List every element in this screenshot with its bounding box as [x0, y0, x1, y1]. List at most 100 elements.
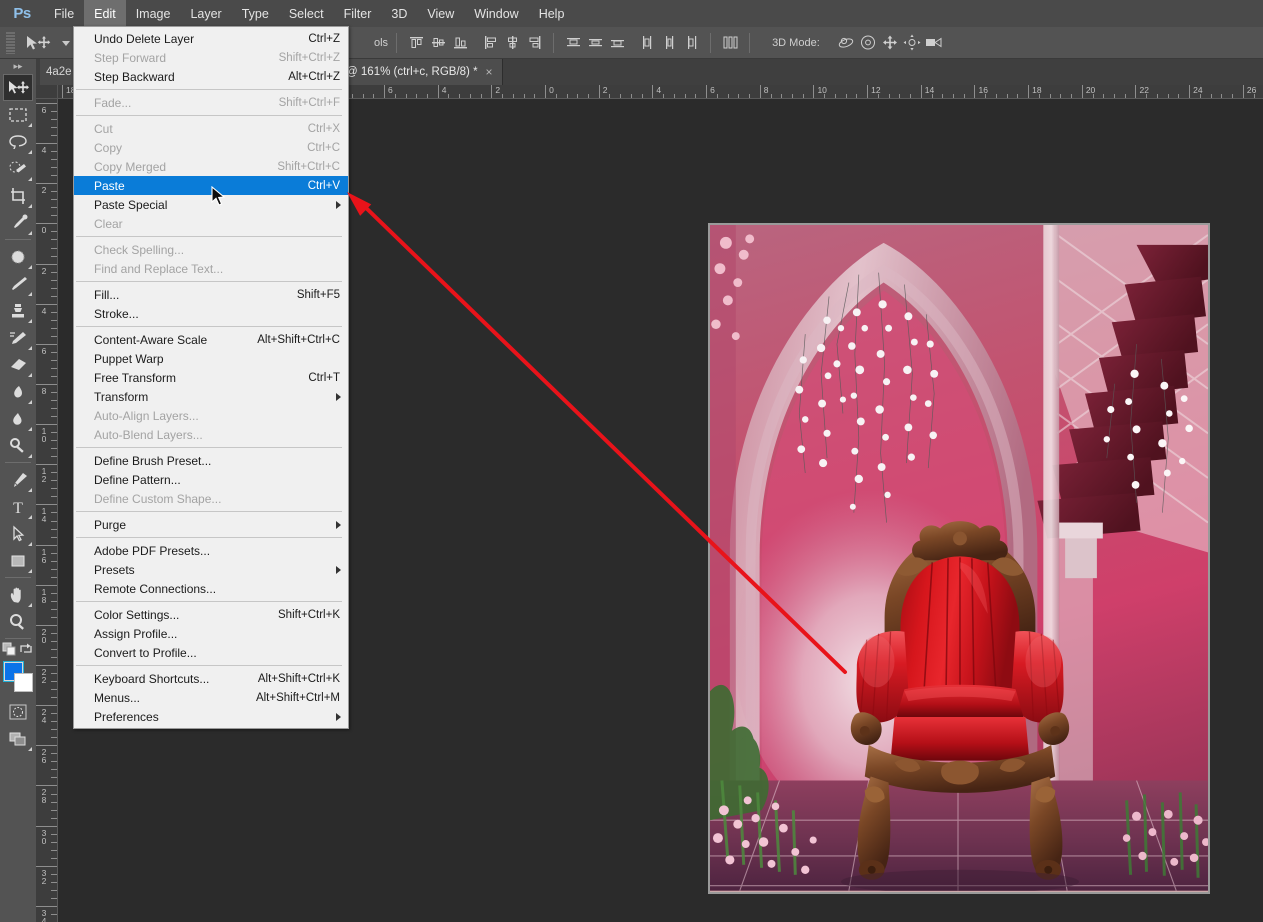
align-left-edges-icon[interactable] — [479, 32, 501, 54]
rectangle-tool[interactable] — [3, 547, 33, 574]
tab-left-tag[interactable]: 4a2e — [40, 59, 78, 85]
ruler-minor-tick — [1017, 94, 1019, 98]
vertical-ruler[interactable]: 6420246810121416182022242628303234 — [36, 99, 58, 922]
edit-menu-dropdown[interactable]: Undo Delete Layer Ctrl+Z Step Forward Shift… — [73, 26, 349, 729]
menu-layer[interactable]: Layer — [180, 0, 231, 27]
move-tool-indicator-icon[interactable] — [23, 33, 53, 53]
dodge-tool[interactable] — [3, 432, 33, 459]
ruler-minor-tick — [641, 94, 643, 98]
menu-item-keyboard-shortcuts[interactable]: Keyboard Shortcuts... Alt+Shift+Ctrl+K — [74, 669, 348, 688]
lasso-tool[interactable] — [3, 128, 33, 155]
3d-slide-icon[interactable] — [902, 32, 924, 54]
distribute-vertical-centers-icon[interactable] — [584, 32, 606, 54]
distribute-right-edges-icon[interactable] — [680, 32, 702, 54]
eyedropper-tool[interactable] — [3, 209, 33, 236]
ruler-label: 20 — [1085, 85, 1096, 95]
distribute-left-edges-icon[interactable] — [636, 32, 658, 54]
document-window[interactable] — [708, 223, 1210, 894]
background-color-swatch[interactable] — [14, 673, 33, 692]
horizontal-type-tool[interactable]: T — [3, 493, 33, 520]
menu-item-content-aware-scale[interactable]: Content-Aware Scale Alt+Shift+Ctrl+C — [74, 330, 348, 349]
tab-close-icon[interactable]: × — [486, 65, 493, 79]
tools-panel-grip[interactable]: ▸▸ — [8, 61, 28, 71]
clone-stamp-tool[interactable] — [3, 297, 33, 324]
menu-item-purge[interactable]: Purge — [74, 515, 348, 534]
history-brush-tool[interactable] — [3, 324, 33, 351]
distribute-bottom-edges-icon[interactable] — [606, 32, 628, 54]
brush-tool[interactable] — [3, 270, 33, 297]
menu-item-transform[interactable]: Transform — [74, 387, 348, 406]
distribute-top-edges-icon[interactable] — [562, 32, 584, 54]
menu-help[interactable]: Help — [529, 0, 575, 27]
menu-item-color-settings[interactable]: Color Settings... Shift+Ctrl+K — [74, 605, 348, 624]
align-bottom-edges-icon[interactable] — [449, 32, 471, 54]
spot-healing-brush-tool[interactable] — [3, 243, 33, 270]
swap-colors-icon[interactable] — [19, 642, 34, 661]
path-selection-tool[interactable] — [3, 520, 33, 547]
menu-item-preferences[interactable]: Preferences — [74, 707, 348, 726]
menu-item-label: Auto-Align Layers... — [94, 408, 199, 423]
menu-item-convert-to-profile[interactable]: Convert to Profile... — [74, 643, 348, 662]
photoshop-window: Ps File Edit Image Layer Type Select Filter 3D V… — [0, 0, 1263, 922]
options-bar-grip[interactable] — [3, 31, 17, 54]
blur-tool[interactable] — [3, 405, 33, 432]
zoom-tool[interactable] — [3, 608, 33, 635]
quick-mask-icon[interactable] — [3, 698, 33, 725]
menu-item-label: Purge — [94, 517, 127, 532]
menu-item-remote-connections[interactable]: Remote Connections... — [74, 579, 348, 598]
ruler-label: 32 — [41, 867, 47, 886]
align-top-edges-icon[interactable] — [405, 32, 427, 54]
crop-tool[interactable] — [3, 182, 33, 209]
menu-item-stroke[interactable]: Stroke... — [74, 304, 348, 323]
3d-roll-icon[interactable] — [858, 32, 880, 54]
ruler-minor-tick — [51, 480, 57, 482]
ruler-minor-tick — [51, 689, 57, 691]
3d-camera-icon[interactable] — [924, 32, 946, 54]
align-vertical-centers-icon[interactable] — [427, 32, 449, 54]
rectangular-marquee-tool[interactable] — [3, 101, 33, 128]
distribute-horizontal-centers-icon[interactable] — [658, 32, 680, 54]
gradient-tool[interactable] — [3, 378, 33, 405]
menu-window[interactable]: Window — [464, 0, 528, 27]
menu-item-fill[interactable]: Fill... Shift+F5 — [74, 285, 348, 304]
eraser-tool[interactable] — [3, 351, 33, 378]
ruler-minor-tick — [738, 94, 740, 98]
menu-type[interactable]: Type — [232, 0, 279, 27]
hand-tool[interactable] — [3, 581, 33, 608]
menu-item-free-transform[interactable]: Free Transform Ctrl+T — [74, 368, 348, 387]
distribute-spacing-icon[interactable] — [719, 32, 741, 54]
menu-item-presets[interactable]: Presets — [74, 560, 348, 579]
ruler-minor-tick — [51, 889, 57, 891]
menu-filter[interactable]: Filter — [334, 0, 382, 27]
menu-3d[interactable]: 3D — [381, 0, 417, 27]
menu-item-define-brush-preset[interactable]: Define Brush Preset... — [74, 451, 348, 470]
ruler-minor-tick — [51, 560, 57, 562]
menu-item-define-pattern[interactable]: Define Pattern... — [74, 470, 348, 489]
3d-pan-icon[interactable] — [880, 32, 902, 54]
ruler-minor-tick — [1124, 94, 1126, 98]
menu-edit[interactable]: Edit — [84, 0, 126, 27]
quick-selection-tool[interactable] — [3, 155, 33, 182]
menu-item-puppet-warp[interactable]: Puppet Warp — [74, 349, 348, 368]
ruler-minor-tick — [51, 640, 57, 642]
menu-view[interactable]: View — [417, 0, 464, 27]
menu-item-label: Auto-Blend Layers... — [94, 427, 203, 442]
menu-item-undo-delete-layer[interactable]: Undo Delete Layer Ctrl+Z — [74, 29, 348, 48]
3d-orbit-icon[interactable] — [836, 32, 858, 54]
menu-image[interactable]: Image — [126, 0, 181, 27]
move-tool[interactable] — [3, 74, 33, 101]
menu-item-adobe-pdf-presets[interactable]: Adobe PDF Presets... — [74, 541, 348, 560]
pen-tool[interactable] — [3, 466, 33, 493]
screen-mode-icon[interactable] — [3, 725, 33, 752]
ruler-tick — [813, 85, 815, 98]
ruler-label: 4 — [441, 85, 447, 95]
align-horizontal-centers-icon[interactable] — [501, 32, 523, 54]
menu-file[interactable]: File — [44, 0, 84, 27]
align-right-edges-icon[interactable] — [523, 32, 545, 54]
default-colors-icon[interactable] — [2, 642, 17, 661]
tool-preset-dropdown[interactable] — [59, 36, 73, 50]
menu-item-menus[interactable]: Menus... Alt+Shift+Ctrl+M — [74, 688, 348, 707]
menu-item-step-backward[interactable]: Step Backward Alt+Ctrl+Z — [74, 67, 348, 86]
menu-select[interactable]: Select — [279, 0, 334, 27]
menu-item-assign-profile[interactable]: Assign Profile... — [74, 624, 348, 643]
